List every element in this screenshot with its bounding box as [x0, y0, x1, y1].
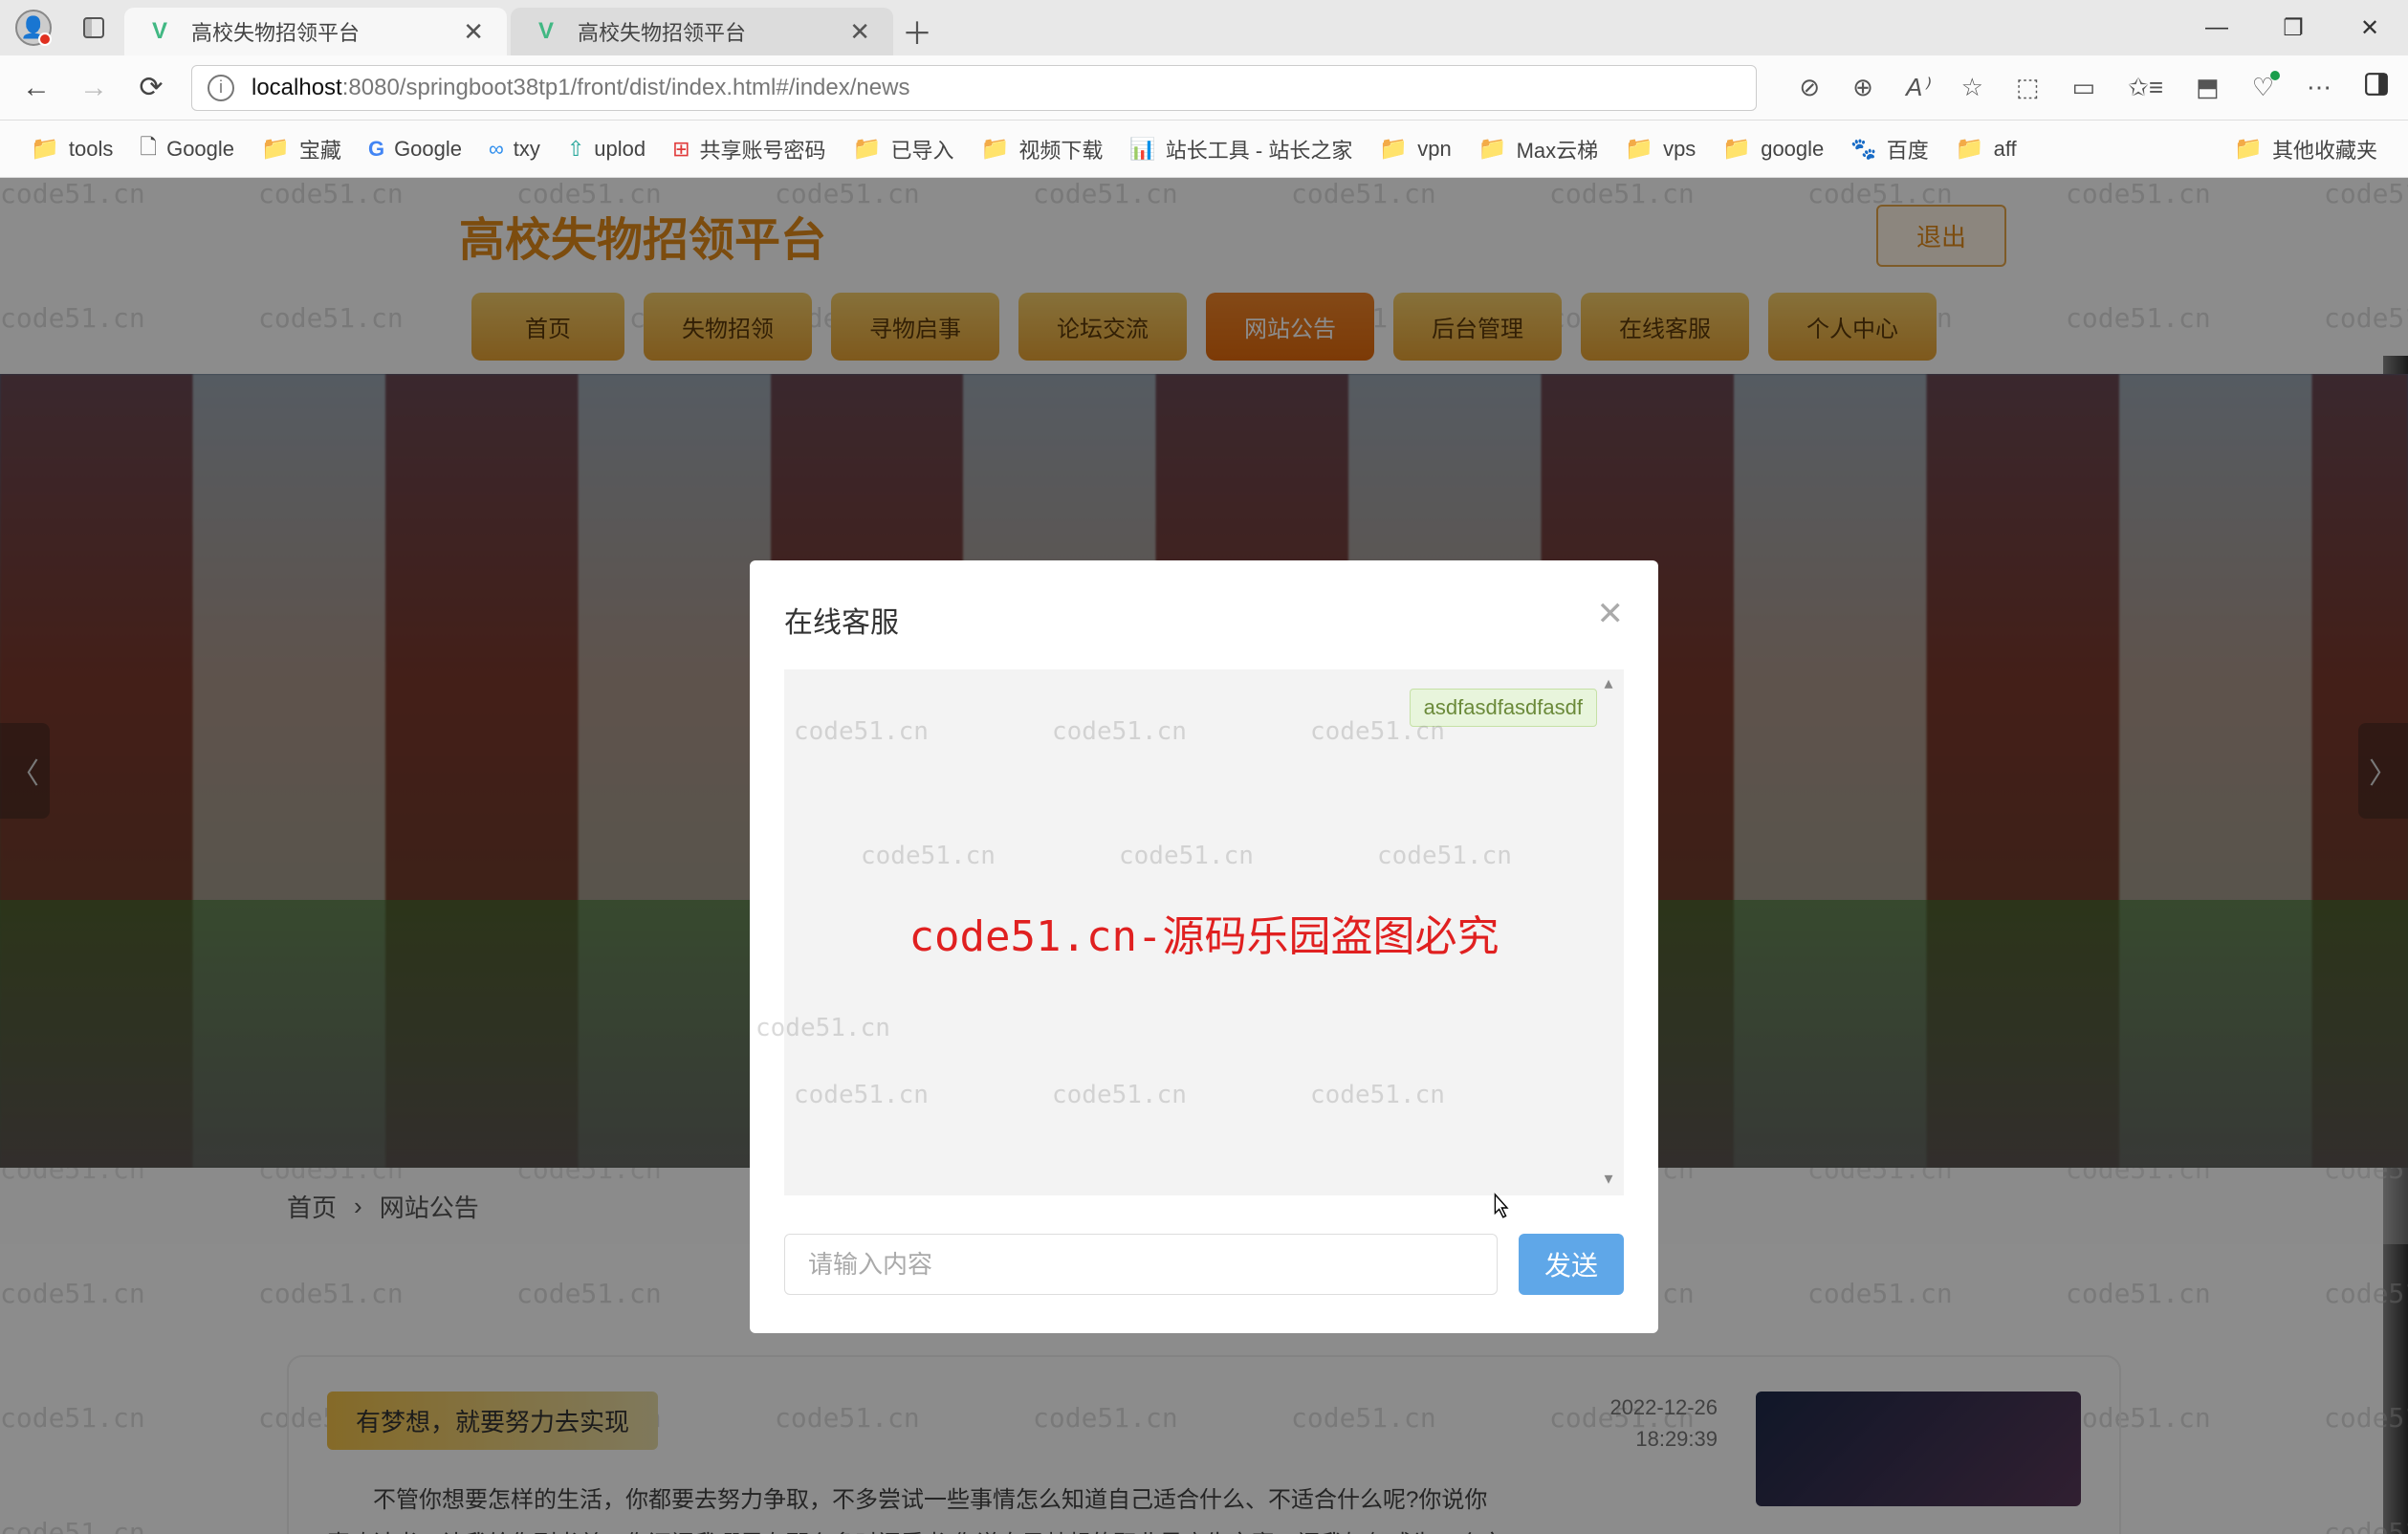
bookmark-item[interactable]: 📁宝藏: [261, 134, 341, 164]
bookmark-item[interactable]: GGoogle: [368, 137, 462, 162]
folder-icon: 📁: [1956, 135, 1984, 163]
back-button[interactable]: ←: [19, 72, 54, 104]
folder-icon: 📁: [980, 135, 1009, 163]
bookmark-item[interactable]: 📁Max云梯: [1478, 134, 1598, 164]
bookmark-item[interactable]: 📁vps: [1625, 135, 1696, 163]
txy-icon: ∞: [489, 137, 504, 162]
toolbar-icons: ⊘ ⊕ A⁾ ☆ ⬚ ▭ ✩≡ ⬒ ♡ ⋯: [1799, 72, 2389, 103]
window-controls: — ❐ ✕: [2178, 0, 2408, 55]
browser-ext-icon[interactable]: ⬒: [2196, 73, 2220, 102]
tab-title: 高校失物招领平台: [191, 16, 444, 47]
close-window-button[interactable]: ✕: [2331, 0, 2408, 55]
bookmark-item[interactable]: 📁视频下载: [980, 134, 1103, 164]
google-icon: G: [368, 137, 384, 162]
bookmark-item[interactable]: 📁google: [1722, 135, 1824, 163]
folder-icon: 📁: [261, 135, 290, 163]
chat-bubble: asdfasdfasdfasdf: [1410, 689, 1597, 727]
chat-input[interactable]: [784, 1234, 1498, 1295]
folder-icon: 📁: [31, 135, 59, 163]
vue-favicon-icon: V: [534, 19, 558, 44]
bookmark-other[interactable]: 📁其他收藏夹: [2234, 134, 2377, 164]
folder-icon: 📁: [1478, 135, 1507, 163]
bookmark-item[interactable]: 📁vpn: [1379, 135, 1451, 163]
favorites-icon[interactable]: ☆: [1961, 73, 1983, 102]
scroll-down-icon[interactable]: ▾: [1597, 1169, 1620, 1192]
share-icon: ⊞: [672, 137, 690, 162]
bookmark-item[interactable]: ⊞共享账号密码: [672, 134, 825, 164]
folder-icon: 📁: [1625, 135, 1653, 163]
address-bar: ← → ⟳ i localhost:8080/springboot38tp1/f…: [0, 55, 2408, 121]
tab-close-icon[interactable]: ✕: [849, 17, 870, 47]
profile-icon[interactable]: 👤: [15, 10, 52, 46]
more-icon[interactable]: ⋯: [2307, 73, 2331, 102]
extensions-icon[interactable]: ⬚: [2016, 73, 2040, 102]
page-icon: 🗋: [140, 131, 157, 167]
browser-tab-active[interactable]: V 高校失物招领平台 ✕: [124, 8, 507, 55]
sidebar-toggle-icon[interactable]: [2364, 72, 2389, 103]
read-aloud-icon[interactable]: A⁾: [1906, 73, 1929, 102]
page-content: code51.cncode51.cncode51.cncode51.cncode…: [0, 178, 2408, 1534]
modal-title: 在线客服: [750, 599, 1658, 669]
bookmark-item[interactable]: 📁tools: [31, 135, 113, 163]
bookmark-item[interactable]: ∞txy: [489, 137, 540, 162]
url-text: localhost:8080/springboot38tp1/front/dis…: [252, 75, 909, 101]
bookmarks-bar: 📁tools 🗋Google 📁宝藏 GGoogle ∞txy ⇧uplod ⊞…: [0, 121, 2408, 178]
new-tab-button[interactable]: ＋: [893, 8, 941, 55]
mouse-cursor: [1487, 1192, 1514, 1231]
tab-title: 高校失物招领平台: [578, 16, 830, 47]
vue-favicon-icon: V: [147, 19, 172, 44]
folder-icon: 📁: [1722, 135, 1751, 163]
favorites-bar-icon[interactable]: ✩≡: [2128, 73, 2163, 102]
upload-icon: ⇧: [567, 137, 584, 162]
anti-theft-watermark: code51.cn-源码乐园盗图必究: [909, 902, 1500, 963]
maximize-button[interactable]: ❐: [2255, 0, 2331, 55]
folder-icon: 📁: [1379, 135, 1408, 163]
bookmark-item[interactable]: 📊站长工具 - 站长之家: [1129, 134, 1352, 164]
tab-close-icon[interactable]: ✕: [463, 17, 484, 47]
bookmark-item[interactable]: ⇧uplod: [567, 137, 646, 162]
tab-overview-icon[interactable]: [82, 16, 105, 39]
browser-tab[interactable]: V 高校失物招领平台 ✕: [511, 8, 893, 55]
profile-area: 👤: [0, 0, 120, 55]
webmaster-icon: 📊: [1129, 137, 1155, 162]
folder-icon: 📁: [853, 135, 882, 163]
bookmark-item[interactable]: 🐾百度: [1850, 134, 1928, 164]
modal-close-icon[interactable]: ✕: [1597, 595, 1625, 633]
baidu-icon: 🐾: [1850, 137, 1876, 162]
chat-modal: 在线客服 ✕ ▴ ▾ asdfasdfasdfasdf code51.cncod…: [750, 560, 1658, 1333]
bookmark-item[interactable]: 📁aff: [1956, 135, 2017, 163]
site-info-icon[interactable]: i: [208, 75, 234, 101]
chat-input-row: 发送: [750, 1195, 1658, 1295]
shopping-icon[interactable]: ♡: [2252, 73, 2274, 102]
send-button[interactable]: 发送: [1519, 1234, 1624, 1295]
scroll-up-icon[interactable]: ▴: [1597, 673, 1620, 696]
browser-titlebar: 👤 V 高校失物招领平台 ✕ V 高校失物招领平台 ✕ ＋ — ❐ ✕: [0, 0, 2408, 55]
forward-button: →: [77, 72, 111, 104]
minimize-button[interactable]: —: [2178, 0, 2255, 55]
folder-icon: 📁: [2234, 135, 2263, 163]
bookmark-item[interactable]: 🗋Google: [140, 131, 234, 167]
chat-message-outgoing: asdfasdfasdfasdf: [811, 689, 1597, 727]
chat-history: ▴ ▾ asdfasdfasdfasdf code51.cncode51.cnc…: [784, 669, 1624, 1195]
tracking-icon[interactable]: ⊘: [1799, 73, 1820, 102]
collections-icon[interactable]: ▭: [2072, 73, 2096, 102]
url-input[interactable]: i localhost:8080/springboot38tp1/front/d…: [191, 65, 1757, 111]
refresh-button[interactable]: ⟳: [134, 71, 168, 104]
zoom-icon[interactable]: ⊕: [1852, 73, 1873, 102]
bookmark-item[interactable]: 📁已导入: [853, 134, 954, 164]
